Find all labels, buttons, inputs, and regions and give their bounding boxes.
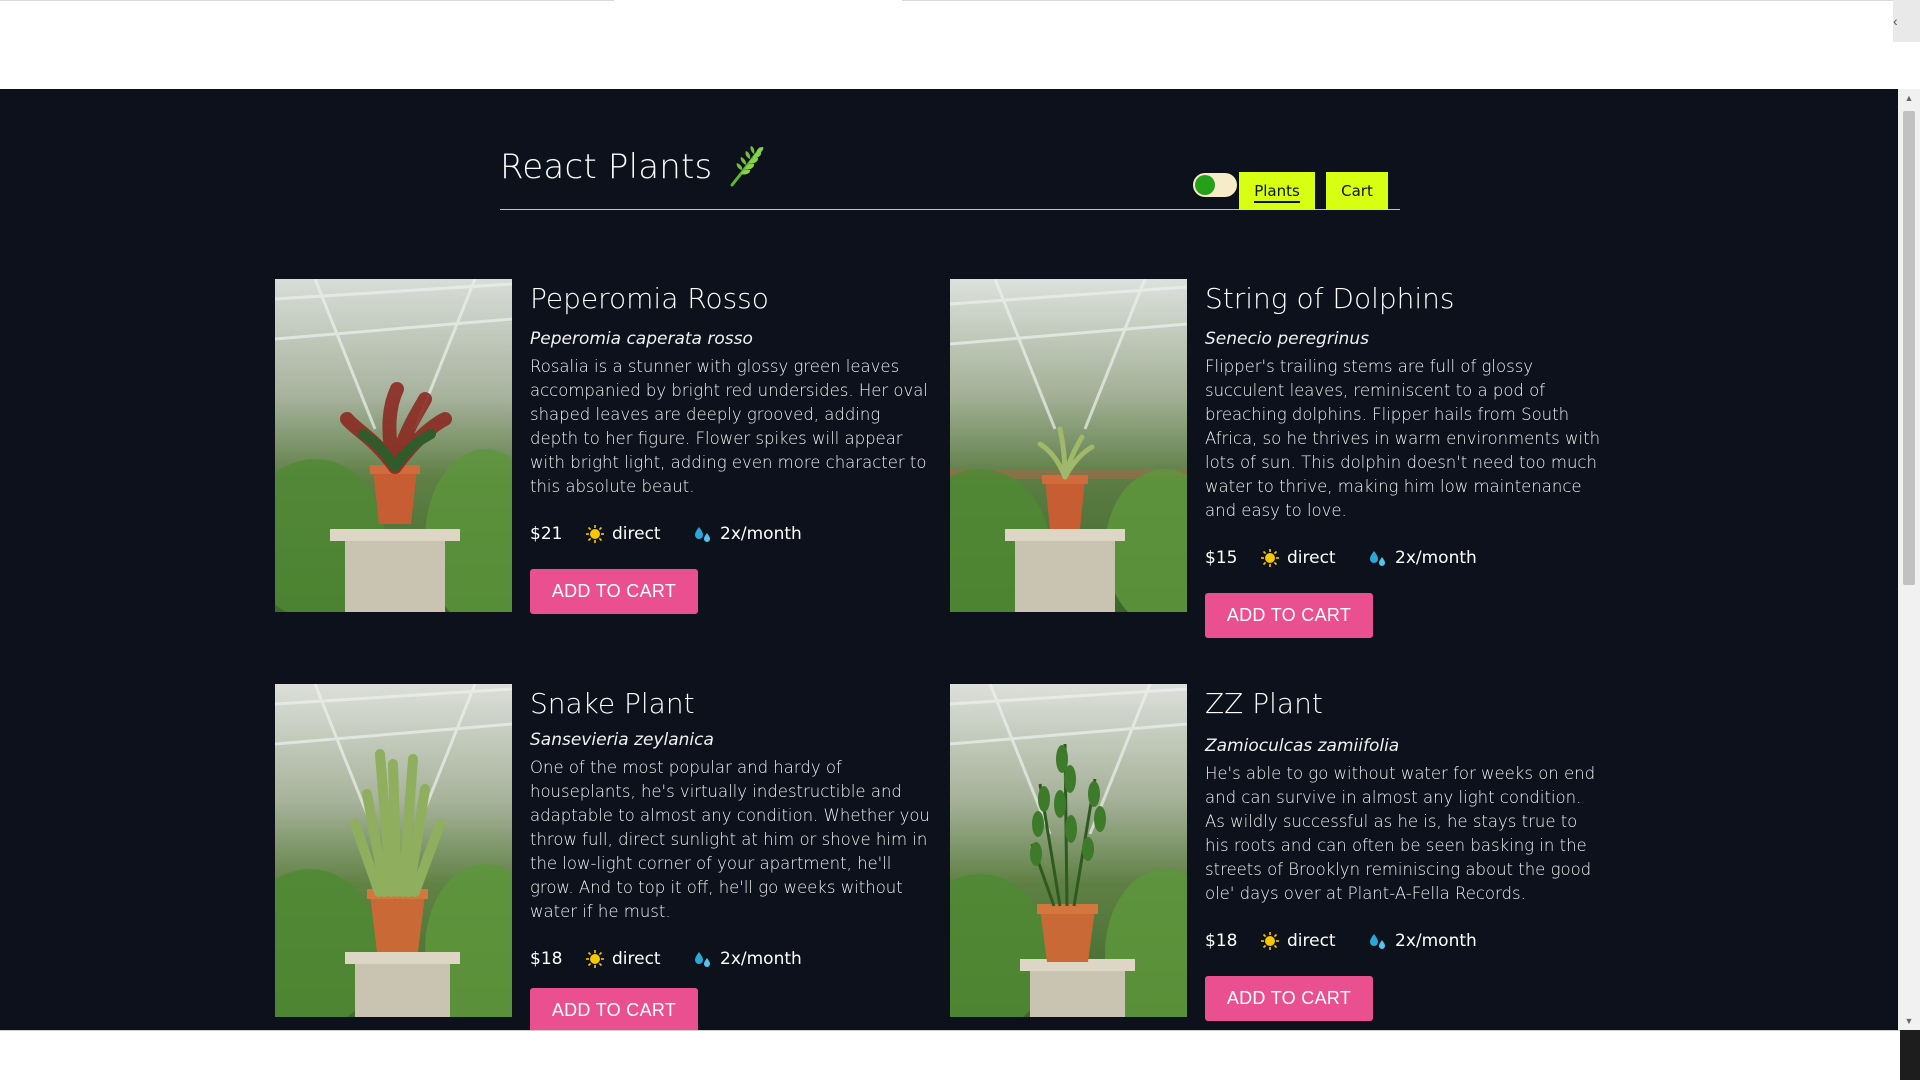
add-to-cart-button[interactable]: ADD TO CART [1205,976,1373,1021]
plant-name: String of Dolphins [1205,282,1455,315]
active-tab-gap [614,0,902,1]
sun-icon [586,950,604,968]
water-drops-icon [1370,934,1385,949]
scrollbar-thumb[interactable] [1903,111,1915,585]
light-info: direct [586,524,694,544]
sun-icon [586,525,604,543]
sun-icon [1261,549,1279,567]
plant-card: Peperomia Rosso Peperomia caperata rosso… [275,279,955,614]
browser-bottom-area [0,1030,1920,1080]
plant-price: $21 [530,524,563,544]
water-label: 2x/month [720,949,802,969]
plant-card: String of Dolphins Senecio peregrinus Fl… [950,279,1630,638]
plant-scientific-name: Zamioculcas zamiifolia [1205,736,1400,756]
browser-top-area [0,0,1920,89]
water-info: 2x/month [694,524,802,544]
collapse-chevron-icon[interactable]: ‹ [1893,0,1920,42]
light-label: direct [1287,931,1336,951]
theme-toggle[interactable] [1193,173,1237,197]
nav-plants-button[interactable]: Plants [1239,172,1315,210]
plant-name: Snake Plant [530,687,695,720]
plant-description: Rosalia is a stunner with glossy green l… [530,357,928,496]
plant-price: $18 [530,949,563,969]
light-info: direct [586,949,694,969]
plant-info: Snake Plant Sansevieria zeylanica One of… [530,684,930,1030]
light-label: direct [612,949,661,969]
light-info: direct [1261,931,1369,951]
water-drops-icon [695,527,710,542]
add-to-cart-button[interactable]: ADD TO CART [530,569,698,614]
plant-card: Snake Plant Sansevieria zeylanica One of… [275,684,955,1030]
add-to-cart-button[interactable]: ADD TO CART [530,988,698,1030]
water-info: 2x/month [1369,931,1477,951]
water-drops-icon [695,952,710,967]
nav-cart-label: Cart [1341,182,1373,200]
app-title: React Plants [500,129,766,204]
plant-scientific-name: Peperomia caperata rosso [530,329,753,349]
plant-info: ZZ Plant Zamioculcas zamiifolia He's abl… [1205,684,1605,1021]
plant-photo [950,684,1187,1017]
plant-scientific-name: Sansevieria zeylanica [530,730,714,750]
scroll-up-icon[interactable]: ▲ [1898,89,1920,107]
light-label: direct [612,524,661,544]
water-label: 2x/month [1395,931,1477,951]
nav-plants-label: Plants [1254,182,1300,203]
plant-meta: $15 direct 2x/month [1205,545,1605,571]
toggle-knob [1195,175,1215,195]
plant-photo [950,279,1187,612]
plant-scientific-name: Senecio peregrinus [1205,329,1369,349]
page-viewport: React Plants Plants Cart Peperomia Rosso… [0,89,1920,1030]
nav-cart-button[interactable]: Cart [1326,172,1388,210]
plant-info: Peperomia Rosso Peperomia caperata rosso… [530,279,930,614]
light-info: direct [1261,548,1369,568]
plant-card: ZZ Plant Zamioculcas zamiifolia He's abl… [950,684,1630,1021]
plant-meta: $18 direct 2x/month [530,946,930,972]
water-drops-icon [1370,551,1385,566]
browser-top-border [0,0,1920,1]
plant-description: One of the most popular and hardy of hou… [530,758,930,921]
scroll-down-icon[interactable]: ▼ [1898,1012,1920,1030]
plant-photo [275,279,512,612]
vertical-scrollbar[interactable]: ▲ ▼ [1898,89,1920,1030]
plant-price: $18 [1205,931,1238,951]
sun-icon [1261,932,1279,950]
leaf-icon [730,145,764,186]
water-label: 2x/month [720,524,802,544]
plant-price: $15 [1205,548,1238,568]
water-info: 2x/month [1369,548,1477,568]
light-label: direct [1287,548,1336,568]
plant-info: String of Dolphins Senecio peregrinus Fl… [1205,279,1605,638]
plant-name: Peperomia Rosso [530,282,769,315]
plant-description: Flipper's trailing stems are full of glo… [1205,357,1601,520]
water-info: 2x/month [694,949,802,969]
plant-meta: $18 direct 2x/month [1205,928,1605,954]
bottom-right-bar [1900,1030,1920,1080]
add-to-cart-button[interactable]: ADD TO CART [1205,593,1373,638]
water-label: 2x/month [1395,548,1477,568]
app-title-text: React Plants [500,146,713,187]
plant-meta: $21 direct 2x/month [530,521,930,547]
plant-description: He's able to go without water for weeks … [1205,764,1596,903]
plant-photo [275,684,512,1017]
app-header: React Plants Plants Cart [500,129,1400,210]
plant-name: ZZ Plant [1205,687,1323,720]
